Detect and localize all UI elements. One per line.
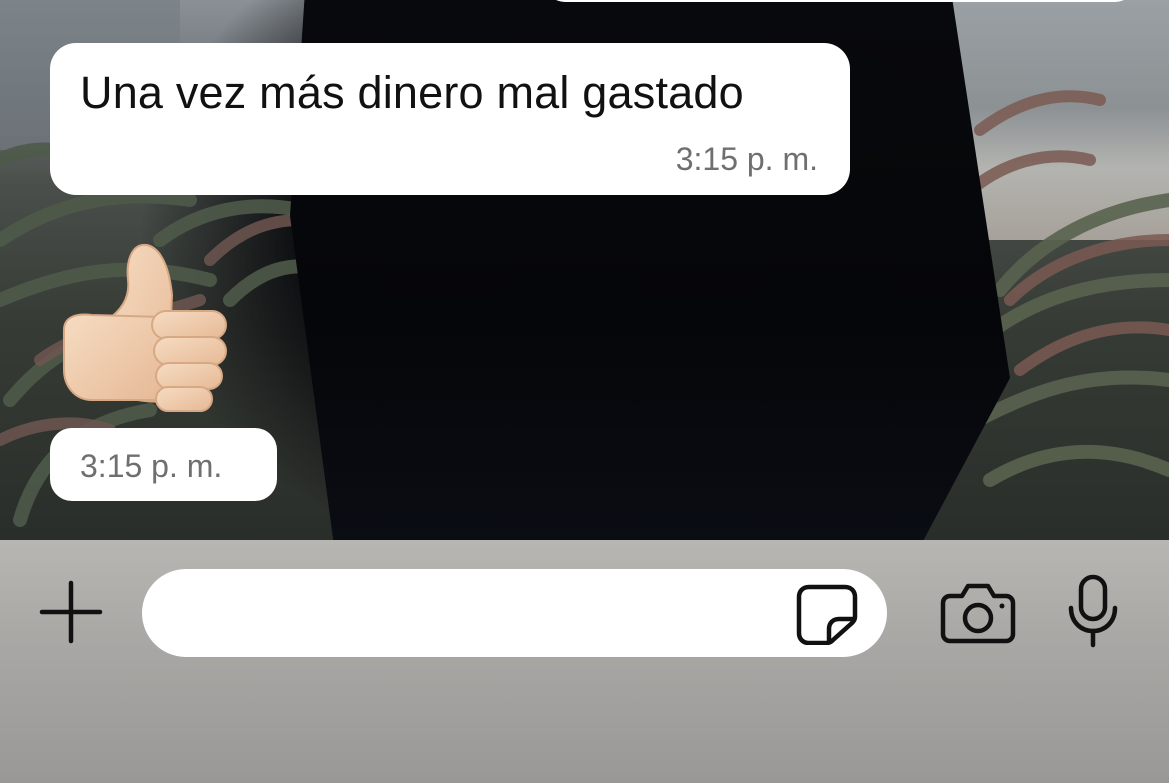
- plus-icon: [39, 580, 103, 644]
- microphone-icon: [1068, 574, 1118, 648]
- message-input-field[interactable]: [142, 569, 887, 657]
- message-text: Una vez más dinero mal gastado: [80, 67, 744, 118]
- camera-icon: [940, 583, 1016, 644]
- message-time: 3:15 p. m.: [80, 448, 223, 484]
- message-input[interactable]: [172, 583, 796, 645]
- message-time: 3:15 p. m.: [675, 141, 818, 177]
- attach-button[interactable]: [36, 577, 106, 647]
- sticker-icon: [796, 584, 858, 646]
- thumbs-up-icon: [63, 243, 227, 412]
- thumbs-up-emoji-message[interactable]: [52, 235, 237, 415]
- sticker-button[interactable]: [795, 583, 859, 646]
- microphone-button[interactable]: [1064, 574, 1122, 648]
- message-bubble[interactable]: Una vez más dinero mal gastado 3:15 p. m…: [50, 43, 850, 195]
- previous-message-bubble-edge: [540, 0, 1140, 2]
- camera-button[interactable]: [940, 580, 1016, 644]
- message-time-bubble: 3:15 p. m.: [50, 428, 277, 501]
